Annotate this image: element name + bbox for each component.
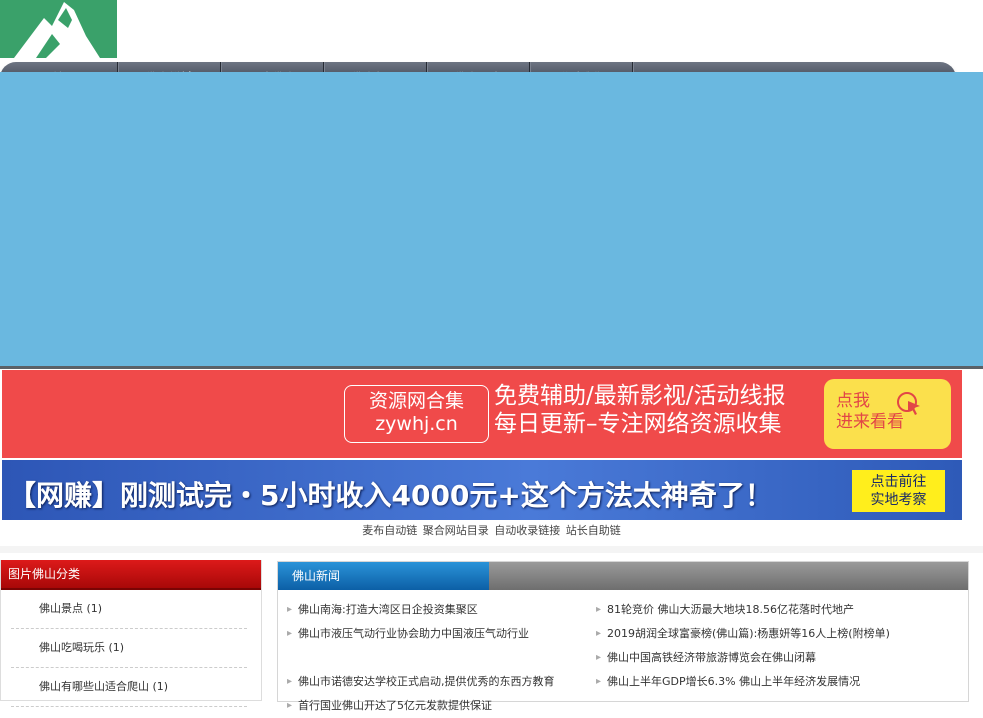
ad-tagline: 免费辅助/最新影视/活动线报 每日更新–专注网络资源收集 bbox=[494, 382, 786, 438]
ad2-cta-line1: 点击前往 bbox=[870, 474, 927, 490]
ad-cta-button[interactable]: 点我 进来看看 bbox=[824, 379, 951, 449]
news-item[interactable]: 首行国业佛山开达了5亿元发款提供保证 bbox=[287, 694, 587, 718]
section-divider bbox=[0, 546, 983, 553]
banner-divider bbox=[0, 366, 983, 369]
category-item[interactable]: 佛山有哪些山适合爬山 (1) bbox=[11, 668, 247, 707]
news-item[interactable]: 81轮竞价 佛山大沥最大地块18.56亿花落时代地产 bbox=[596, 598, 896, 622]
ad2-headline: 【网赚】刚测试完・5小时收入4000元+这个方法太神奇了！ bbox=[8, 479, 773, 512]
cursor-click-icon bbox=[897, 392, 920, 415]
news-panel-tab[interactable]: 佛山新闻 bbox=[278, 562, 489, 590]
category-panel: 图片佛山分类 佛山景点 (1) 佛山吃喝玩乐 (1) 佛山有哪些山适合爬山 (1… bbox=[0, 560, 262, 707]
category-item[interactable]: 佛山景点 (1) bbox=[11, 590, 247, 629]
ad-brand-name: 资源网合集 bbox=[368, 390, 464, 412]
link-item[interactable]: 麦布自动链 bbox=[362, 524, 417, 537]
news-list-left: 佛山南海:打造大湾区日企投资集聚区 佛山市液压气动行业协会助力中国液压气动行业 … bbox=[287, 598, 587, 718]
ad-brand-box: 资源网合集 zywhj.cn bbox=[344, 385, 489, 443]
ad-tagline-2: 每日更新–专注网络资源收集 bbox=[494, 411, 782, 437]
news-item[interactable]: 佛山南海:打造大湾区日企投资集聚区 bbox=[287, 598, 587, 622]
link-item[interactable]: 自动收录链接 bbox=[494, 524, 560, 537]
category-item[interactable]: 佛山吃喝玩乐 (1) bbox=[11, 629, 247, 668]
mountain-logo-icon bbox=[14, 2, 100, 58]
site-logo[interactable] bbox=[0, 0, 117, 58]
ad-cta-line2: 进来看看 bbox=[836, 412, 904, 432]
hero-banner bbox=[0, 72, 983, 368]
friend-links: 麦布自动链 聚合网站目录 自动收录链接 站长自助链 bbox=[0, 522, 983, 538]
ad-banner-earn[interactable]: 【网赚】刚测试完・5小时收入4000元+这个方法太神奇了！ 点击前往 实地考察 bbox=[2, 460, 962, 520]
link-item[interactable]: 站长自助链 bbox=[566, 524, 621, 537]
ad-brand-url: zywhj.cn bbox=[375, 413, 458, 435]
news-item[interactable]: 佛山市诺德安达学校正式启动,提供优秀的东西方教育 bbox=[287, 670, 587, 694]
news-item[interactable]: 2019胡润全球富豪榜(佛山篇):杨惠妍等16人上榜(附榜单) bbox=[596, 622, 896, 646]
ad2-cta-line2: 实地考察 bbox=[870, 492, 927, 508]
news-item[interactable]: 佛山市液压气动行业协会助力中国液压气动行业 bbox=[287, 622, 587, 646]
ad-banner-resources[interactable]: 资源网合集 zywhj.cn 免费辅助/最新影视/活动线报 每日更新–专注网络资… bbox=[2, 370, 962, 458]
ad-cta-line1: 点我 bbox=[836, 391, 870, 411]
link-item[interactable]: 聚合网站目录 bbox=[423, 524, 489, 537]
news-list-right: 81轮竞价 佛山大沥最大地块18.56亿花落时代地产 2019胡润全球富豪榜(佛… bbox=[596, 598, 896, 694]
news-panel-header: 佛山新闻 bbox=[278, 562, 968, 590]
ad-tagline-1: 免费辅助/最新影视/活动线报 bbox=[494, 383, 786, 409]
news-panel: 佛山新闻 佛山南海:打造大湾区日企投资集聚区 佛山市液压气动行业协会助力中国液压… bbox=[277, 561, 969, 718]
news-item[interactable]: 佛山中国高铁经济带旅游博览会在佛山闭幕 bbox=[596, 646, 896, 670]
news-item[interactable]: 佛山上半年GDP增长6.3% 佛山上半年经济发展情况 bbox=[596, 670, 896, 694]
ad2-cta-button[interactable]: 点击前往 实地考察 bbox=[852, 470, 945, 512]
category-panel-title: 图片佛山分类 bbox=[1, 560, 261, 590]
